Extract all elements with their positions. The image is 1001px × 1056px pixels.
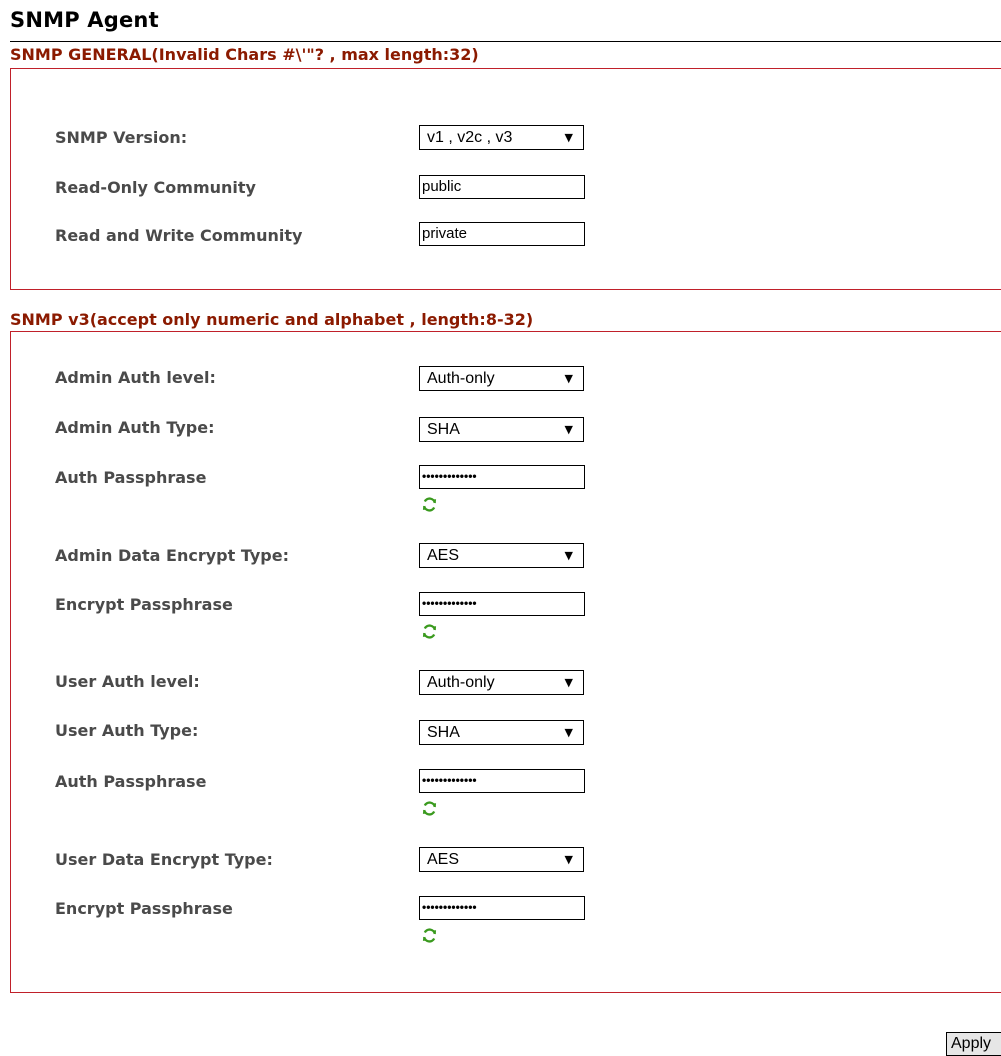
general-section-title: SNMP GENERAL(Invalid Chars #\'"? , max l… [10, 45, 479, 64]
admin-auth-passphrase-input[interactable]: ••••••••••••• [419, 465, 585, 489]
user-encrypt-passphrase-input[interactable]: ••••••••••••• [419, 896, 585, 920]
chevron-down-icon: ▼ [564, 726, 573, 739]
user-auth-level-select[interactable]: Auth-only ▼ [419, 670, 584, 695]
refresh-icon[interactable] [421, 623, 438, 640]
page-title: SNMP Agent [10, 8, 159, 32]
chevron-down-icon: ▼ [564, 131, 573, 144]
refresh-icon[interactable] [421, 496, 438, 513]
refresh-icon[interactable] [421, 800, 438, 817]
user-auth-type-value: SHA [427, 724, 460, 741]
admin-encrypt-type-select[interactable]: AES ▼ [419, 543, 584, 568]
snmp-version-label: SNMP Version: [55, 128, 188, 147]
user-encrypt-passphrase-label: Encrypt Passphrase [55, 899, 233, 918]
read-only-community-label: Read-Only Community [55, 178, 256, 197]
admin-encrypt-passphrase-label: Encrypt Passphrase [55, 595, 233, 614]
user-encrypt-type-label: User Data Encrypt Type: [55, 850, 273, 869]
user-auth-passphrase-input[interactable]: ••••••••••••• [419, 769, 585, 793]
admin-auth-level-select[interactable]: Auth-only ▼ [419, 366, 584, 391]
snmp-version-value: v1 , v2c , v3 [427, 129, 513, 146]
snmp-version-select[interactable]: v1 , v2c , v3 ▼ [419, 125, 584, 150]
chevron-down-icon: ▼ [564, 676, 573, 689]
admin-encrypt-type-value: AES [427, 547, 460, 564]
user-encrypt-type-select[interactable]: AES ▼ [419, 847, 584, 872]
chevron-down-icon: ▼ [564, 423, 573, 436]
admin-auth-passphrase-label: Auth Passphrase [55, 468, 207, 487]
admin-auth-type-label: Admin Auth Type: [55, 418, 215, 437]
admin-auth-level-label: Admin Auth level: [55, 368, 216, 387]
admin-auth-type-select[interactable]: SHA ▼ [419, 417, 584, 442]
title-divider [10, 41, 1001, 42]
chevron-down-icon: ▼ [564, 853, 573, 866]
user-auth-level-value: Auth-only [427, 674, 495, 691]
user-auth-passphrase-label: Auth Passphrase [55, 772, 207, 791]
admin-auth-level-value: Auth-only [427, 370, 495, 387]
chevron-down-icon: ▼ [564, 372, 573, 385]
read-write-community-input[interactable]: private [419, 222, 585, 246]
admin-auth-type-value: SHA [427, 421, 460, 438]
user-auth-level-label: User Auth level: [55, 672, 200, 691]
user-auth-type-select[interactable]: SHA ▼ [419, 720, 584, 745]
user-auth-type-label: User Auth Type: [55, 721, 199, 740]
read-write-community-label: Read and Write Community [55, 226, 303, 245]
refresh-icon[interactable] [421, 927, 438, 944]
admin-encrypt-passphrase-input[interactable]: ••••••••••••• [419, 592, 585, 616]
v3-section-title: SNMP v3(accept only numeric and alphabet… [10, 310, 534, 329]
user-encrypt-type-value: AES [427, 851, 460, 868]
read-only-community-input[interactable]: public [419, 175, 585, 199]
admin-encrypt-type-label: Admin Data Encrypt Type: [55, 546, 289, 565]
chevron-down-icon: ▼ [564, 549, 573, 562]
apply-button[interactable]: Apply [946, 1032, 1001, 1056]
